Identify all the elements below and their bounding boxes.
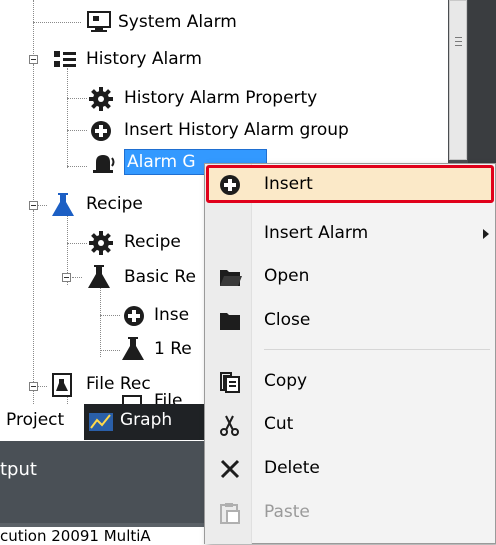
tree-item-label: Recipe: [86, 194, 143, 214]
tree-connector: [67, 130, 87, 131]
flask-icon: [52, 193, 74, 216]
plus-circle-icon: [220, 175, 240, 195]
tree-connector: [100, 287, 101, 357]
scrollbar-thumb[interactable]: [449, 0, 467, 160]
gear-icon: [89, 87, 113, 111]
tree-connector: [67, 243, 87, 244]
tree-item-label: 1 Re: [154, 339, 192, 359]
tree-item-label: File: [154, 391, 183, 404]
menu-item-label: Open: [264, 266, 310, 286]
output-title: tput: [0, 459, 37, 480]
menu-item-label: Paste: [264, 502, 310, 522]
alarm-bell-icon: [93, 155, 115, 173]
menu-item-copy[interactable]: Copy: [204, 360, 496, 404]
context-menu-items: Insert Insert Alarm Open Close Copy Cut …: [204, 163, 496, 544]
menu-item-insert-alarm[interactable]: Insert Alarm: [204, 212, 496, 256]
tree-item-label: Basic Re: [124, 267, 196, 287]
menu-item-label: Close: [264, 310, 311, 330]
tree-item-label: Insert History Alarm group: [124, 120, 349, 140]
tree-connector: [33, 22, 81, 23]
menu-item-label: Delete: [264, 458, 320, 478]
tree-connector: [33, 0, 34, 60]
tree-connector: [100, 350, 120, 351]
tree-item-label: History Alarm Property: [124, 88, 318, 108]
tree-connector: [100, 315, 120, 316]
flask-icon: [88, 265, 110, 288]
graph-library-icon: [89, 413, 113, 431]
tree-connector: [33, 210, 34, 410]
scrollbar-grip: [455, 37, 462, 38]
folder-closed-icon: [220, 313, 240, 330]
tree-item-label: History Alarm: [86, 49, 202, 69]
delete-x-icon: [220, 459, 240, 479]
tree-item-label: Recipe: [124, 232, 181, 252]
menu-item-cut[interactable]: Cut: [204, 403, 496, 447]
collapse-toggle[interactable]: [29, 201, 38, 210]
menu-item-insert[interactable]: Insert: [204, 163, 496, 207]
output-text: cution 20091 MultiA: [0, 527, 151, 545]
tree-connector: [72, 277, 82, 278]
tree-connector: [67, 98, 87, 99]
collapse-toggle[interactable]: [62, 273, 71, 282]
menu-item-close[interactable]: Close: [204, 299, 496, 343]
output-panel-header: tput: [0, 441, 210, 523]
file-recipe-icon: [52, 373, 72, 397]
tab-project[interactable]: Project: [0, 404, 84, 440]
monitor-icon: [87, 11, 111, 32]
menu-item-open[interactable]: Open: [204, 255, 496, 299]
collapse-toggle[interactable]: [29, 382, 38, 391]
paste-icon: [220, 503, 240, 524]
menu-item-label: Insert: [264, 174, 313, 194]
copy-icon: [220, 372, 240, 393]
flask-icon: [122, 337, 144, 360]
plus-circle-icon: [124, 306, 144, 326]
tree-connector: [67, 68, 68, 168]
folder-open-icon: [220, 270, 242, 286]
tree-connector: [37, 386, 47, 387]
collapse-toggle[interactable]: [29, 55, 38, 64]
gear-icon: [89, 231, 113, 255]
tab-label: Project: [6, 410, 65, 430]
scrollbar-grip: [455, 45, 462, 46]
menu-item-highlight: [206, 165, 494, 203]
scissors-icon: [220, 415, 239, 436]
side-panel-edge: [468, 0, 496, 170]
menu-item-label: Cut: [264, 414, 294, 434]
menu-item-label: Copy: [264, 371, 308, 391]
tree-connector: [67, 166, 87, 167]
menu-separator: [264, 349, 490, 350]
list-icon: [54, 51, 76, 67]
tree-connector: [37, 205, 47, 206]
tree-connector: [33, 64, 34, 202]
submenu-arrow-icon: [483, 229, 489, 239]
tab-graph[interactable]: Graph: [84, 404, 214, 440]
plus-circle-icon: [91, 121, 111, 141]
tree-item-label: System Alarm: [118, 12, 237, 32]
scrollbar-grip: [455, 41, 462, 42]
menu-item-label: Insert Alarm: [264, 223, 369, 243]
menu-item-paste[interactable]: Paste: [204, 491, 496, 535]
tab-label: Graph: [120, 410, 173, 430]
tree-item-label: Inse: [154, 305, 190, 325]
tree-item-label: Alarm G: [127, 152, 196, 172]
tree-item-label: File Rec: [86, 374, 151, 394]
menu-item-delete[interactable]: Delete: [204, 447, 496, 491]
